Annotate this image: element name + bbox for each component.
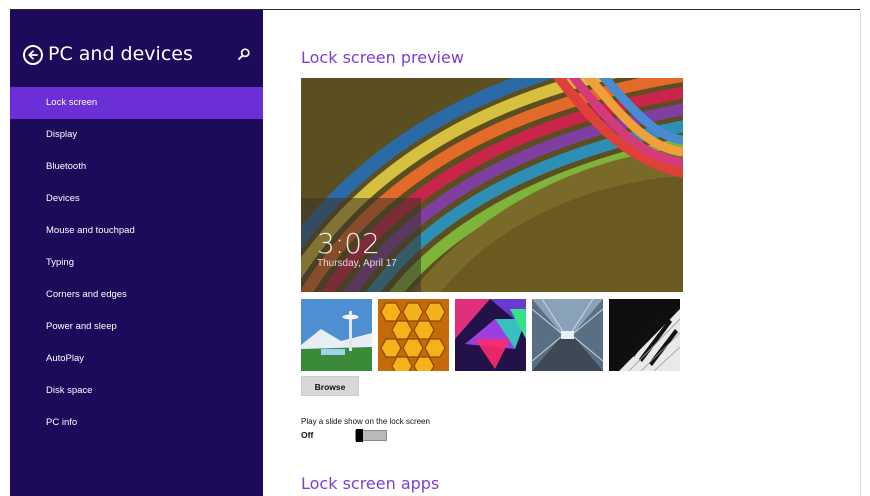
background-thumbnails <box>301 299 683 371</box>
lock-screen-apps-heading: Lock screen apps <box>301 474 440 493</box>
sidebar-item-label: AutoPlay <box>46 353 85 364</box>
sidebar-item-lock-screen[interactable]: Lock screen <box>10 87 263 119</box>
sidebar-item-label: Disk space <box>46 385 93 396</box>
window-top-edge <box>0 0 870 10</box>
sidebar-item-label: PC info <box>46 417 78 428</box>
sidebar-title: PC and devices <box>48 43 193 65</box>
search-icon[interactable] <box>237 47 251 61</box>
sidebar-item-typing[interactable]: Typing <box>10 247 263 279</box>
sidebar-item-label: Lock screen <box>46 97 98 108</box>
main-content: Lock screen preview 3:02 Thursday, April… <box>263 10 860 496</box>
slideshow-toggle[interactable] <box>355 429 387 442</box>
lock-screen-preview-heading: Lock screen preview <box>301 48 464 67</box>
sidebar-item-label: Power and sleep <box>46 321 117 332</box>
toggle-knob <box>356 429 363 442</box>
lock-screen-preview-image: 3:02 Thursday, April 17 <box>301 78 683 292</box>
sidebar-item-devices[interactable]: Devices <box>10 183 263 215</box>
slideshow-state: Off <box>301 430 314 440</box>
preview-clock: 3:02 <box>317 227 380 260</box>
sidebar-item-pc-info[interactable]: PC info <box>10 407 263 439</box>
sidebar-item-power-and-sleep[interactable]: Power and sleep <box>10 311 263 343</box>
geometric-shapes-thumbnail[interactable] <box>455 299 526 371</box>
sidebar-item-display[interactable]: Display <box>10 119 263 151</box>
sidebar: PC and devices Lock screen Display Bluet… <box>10 10 263 496</box>
browse-button[interactable]: Browse <box>301 376 359 396</box>
sidebar-item-label: Devices <box>46 193 80 204</box>
sidebar-item-autoplay[interactable]: AutoPlay <box>10 343 263 375</box>
sidebar-item-bluetooth[interactable]: Bluetooth <box>10 151 263 183</box>
sidebar-item-mouse-and-touchpad[interactable]: Mouse and touchpad <box>10 215 263 247</box>
right-edge-divider <box>860 10 861 496</box>
slideshow-label: Play a slide show on the lock screen <box>301 417 430 426</box>
sidebar-item-label: Corners and edges <box>46 289 127 300</box>
settings-window: PC and devices Lock screen Display Bluet… <box>0 0 870 496</box>
sidebar-item-label: Typing <box>46 257 74 268</box>
sidebar-item-corners-and-edges[interactable]: Corners and edges <box>10 279 263 311</box>
space-needle-thumbnail[interactable] <box>301 299 372 371</box>
preview-date: Thursday, April 17 <box>317 258 397 269</box>
honeycomb-thumbnail[interactable] <box>378 299 449 371</box>
sidebar-item-label: Bluetooth <box>46 161 87 172</box>
back-arrow-icon[interactable] <box>23 45 43 65</box>
tunnel-thumbnail[interactable] <box>532 299 603 371</box>
sidebar-item-disk-space[interactable]: Disk space <box>10 375 263 407</box>
sidebar-header: PC and devices <box>10 40 263 74</box>
sidebar-item-label: Display <box>46 129 78 140</box>
piano-keys-thumbnail[interactable] <box>609 299 680 371</box>
sidebar-nav: Lock screen Display Bluetooth Devices Mo… <box>10 87 263 439</box>
sidebar-item-label: Mouse and touchpad <box>46 225 135 236</box>
